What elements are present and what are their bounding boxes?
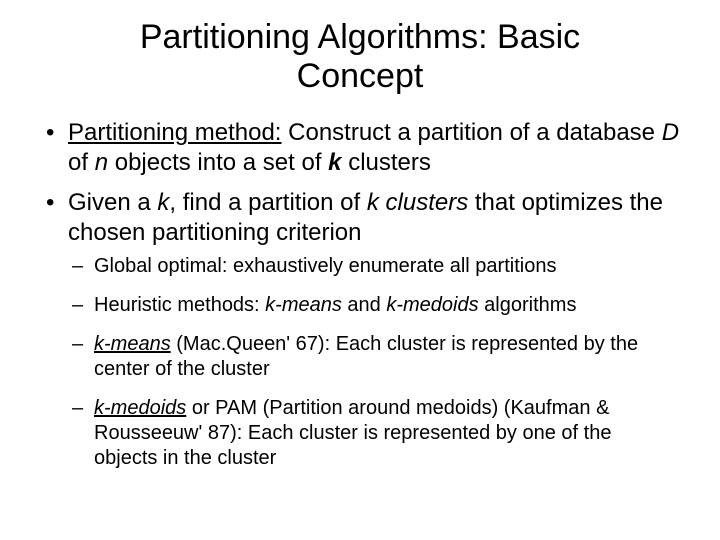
sub-1: Global optimal: exhaustively enumerate a… [68, 254, 680, 279]
bullet-1: Partitioning method: Construct a partiti… [40, 118, 680, 178]
sub-2: Heuristic methods: k-means and k-medoids… [68, 293, 680, 318]
sub-3: k-means (Mac.Queen' 67): Each cluster is… [68, 332, 680, 382]
sub-list: Global optimal: exhaustively enumerate a… [68, 254, 680, 471]
slide-title: Partitioning Algorithms: Basic Concept [40, 18, 680, 96]
title-line-1: Partitioning Algorithms: Basic [140, 18, 580, 56]
title-line-2: Concept [297, 57, 424, 95]
bullet-2: Given a k, find a partition of k cluster… [40, 188, 680, 471]
bullet-list: Partitioning method: Construct a partiti… [40, 118, 680, 471]
bullet-1-lead: Partitioning method: [68, 119, 281, 146]
sub-4: k-medoids or PAM (Partition around medoi… [68, 396, 680, 471]
